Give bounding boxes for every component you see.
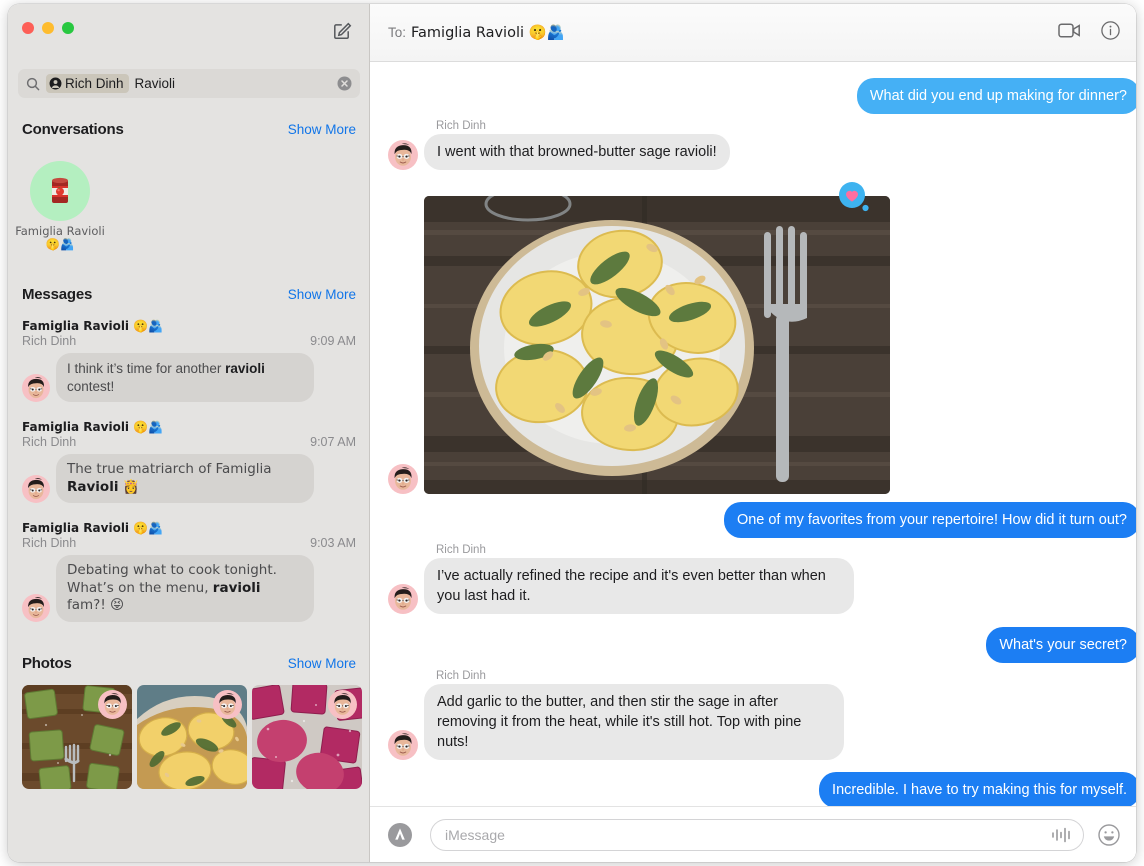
conversation-avatar xyxy=(30,161,90,221)
emoji-smiley-icon[interactable] xyxy=(1096,823,1122,846)
app-store-icon[interactable] xyxy=(386,820,416,850)
message-bubble-incoming[interactable]: I’ve actually refined the recipe and it'… xyxy=(419,558,854,614)
photos-results-strip xyxy=(22,685,362,789)
zoom-button[interactable] xyxy=(62,22,74,34)
result-meta: Famiglia Ravioli 🤫🫂 Rich Dinh 9:09 AM xyxy=(8,319,369,349)
photos-section-header: Photos Show More xyxy=(8,655,369,672)
photos-title: Photos xyxy=(22,655,72,672)
result-time: 9:03 AM xyxy=(310,536,356,550)
messages-show-more[interactable]: Show More xyxy=(288,287,356,302)
result-meta: Famiglia Ravioli 🤫🫂 Rich Dinh 9:07 AM xyxy=(8,420,369,450)
avatar xyxy=(388,464,418,494)
conversations-show-more[interactable]: Show More xyxy=(288,122,356,137)
result-conversation-name: Famiglia Ravioli 🤫🫂 xyxy=(22,319,164,333)
result-sender: Rich Dinh xyxy=(22,334,77,348)
message-search-result[interactable]: Famiglia Ravioli 🤫🫂 Rich Dinh 9:09 AM I … xyxy=(8,319,369,402)
photo-thumbnail[interactable] xyxy=(22,685,132,789)
message-sender-name: Rich Dinh xyxy=(436,670,486,682)
clear-circle-icon[interactable] xyxy=(337,76,352,91)
message-bubble-outgoing[interactable]: What's your secret? xyxy=(986,627,1136,663)
message-thread[interactable]: What did you end up making for dinner? R… xyxy=(370,62,1136,806)
photo-thumbnail[interactable] xyxy=(137,685,247,789)
message-sender-name: Rich Dinh xyxy=(436,544,486,556)
result-conversation-name: Famiglia Ravioli 🤫🫂 xyxy=(22,420,164,434)
message-row-incoming: Rich Dinh I’ve actually refined the reci… xyxy=(388,544,854,614)
result-bubble: I think it’s time for another ravioli co… xyxy=(51,353,314,402)
conversation-result-famiglia-ravioli[interactable]: Famiglia Ravioli 🤫🫂 xyxy=(15,161,105,251)
info-circle-icon[interactable] xyxy=(1101,20,1120,45)
photos-show-more[interactable]: Show More xyxy=(288,656,356,671)
result-bubble-row: The true matriarch of Famiglia Ravioli 👸 xyxy=(8,454,369,503)
to-label: To: xyxy=(388,25,407,40)
result-bubble: Debating what to cook tonight. What’s on… xyxy=(51,555,314,622)
conversation-title[interactable]: Famiglia Ravioli 🤫🫂 xyxy=(411,24,565,41)
video-camera-icon[interactable] xyxy=(1058,22,1081,44)
photo-thumbnail[interactable] xyxy=(252,685,362,789)
window-controls xyxy=(22,22,74,34)
photo-sender-avatar xyxy=(98,690,127,719)
result-time: 9:09 AM xyxy=(310,334,356,348)
message-bubble-incoming[interactable]: Add garlic to the butter, and then stir … xyxy=(419,684,844,760)
message-composer xyxy=(370,806,1136,862)
search-input[interactable]: Rich Dinh Ravioli xyxy=(18,69,360,98)
canned-tomato-icon xyxy=(52,177,68,203)
result-sender: Rich Dinh xyxy=(22,536,77,550)
avatar xyxy=(22,374,50,402)
message-row-photo xyxy=(388,182,890,494)
audio-waveform-icon[interactable] xyxy=(1051,827,1073,843)
messages-title: Messages xyxy=(22,286,93,303)
conversations-title: Conversations xyxy=(22,121,124,138)
result-meta: Famiglia Ravioli 🤫🫂 Rich Dinh 9:03 AM xyxy=(8,521,369,551)
search-icon xyxy=(26,77,40,91)
message-bubble-outgoing[interactable]: What did you end up making for dinner? xyxy=(856,78,1136,114)
person-circle-icon xyxy=(49,77,62,90)
sidebar: Rich Dinh Ravioli Conversations Show Mor… xyxy=(8,4,370,862)
result-bubble: The true matriarch of Famiglia Ravioli 👸 xyxy=(51,454,314,503)
imessage-input[interactable] xyxy=(445,826,1051,843)
message-search-result[interactable]: Famiglia Ravioli 🤫🫂 Rich Dinh 9:07 AM Th… xyxy=(8,420,369,503)
avatar xyxy=(22,475,50,503)
photo-attachment[interactable] xyxy=(424,196,890,494)
message-search-result[interactable]: Famiglia Ravioli 🤫🫂 Rich Dinh 9:03 AM De… xyxy=(8,521,369,622)
result-bubble-row: I think it’s time for another ravioli co… xyxy=(8,353,369,402)
message-row-incoming: Rich Dinh I went with that browned-butte… xyxy=(388,120,730,170)
conversation-name: Famiglia Ravioli 🤫🫂 xyxy=(15,224,105,251)
tapback-heart-icon[interactable] xyxy=(837,181,871,215)
message-row-outgoing: One of my favorites from your repertoire… xyxy=(388,502,1136,538)
message-row-outgoing: What did you end up making for dinner? xyxy=(388,78,1136,114)
conversation-header: To: Famiglia Ravioli 🤫🫂 xyxy=(370,4,1136,62)
conversations-section-header: Conversations Show More xyxy=(8,121,369,138)
message-row-outgoing: Incredible. I have to try making this fo… xyxy=(388,772,1136,806)
avatar xyxy=(388,140,418,170)
message-bubble-outgoing[interactable]: One of my favorites from your repertoire… xyxy=(723,502,1136,538)
close-button[interactable] xyxy=(22,22,34,34)
photo-sender-avatar xyxy=(328,690,357,719)
message-bubble-incoming[interactable]: I went with that browned-butter sage rav… xyxy=(419,134,730,170)
minimize-button[interactable] xyxy=(42,22,54,34)
avatar xyxy=(22,593,50,622)
result-conversation-name: Famiglia Ravioli 🤫🫂 xyxy=(22,521,164,535)
messages-window: Rich Dinh Ravioli Conversations Show Mor… xyxy=(8,4,1136,862)
imessage-input-wrapper[interactable] xyxy=(430,818,1084,851)
message-row-outgoing: What's your secret? xyxy=(388,627,1136,663)
compose-icon[interactable] xyxy=(329,17,355,43)
messages-section-header: Messages Show More xyxy=(8,286,369,303)
message-bubble-outgoing[interactable]: Incredible. I have to try making this fo… xyxy=(819,772,1136,806)
search-token-person[interactable]: Rich Dinh xyxy=(46,74,129,93)
search-token-label: Rich Dinh xyxy=(65,76,124,91)
avatar xyxy=(388,730,418,760)
result-sender: Rich Dinh xyxy=(22,435,77,449)
photo-sender-avatar xyxy=(213,690,242,719)
search-query-text: Ravioli xyxy=(134,76,176,91)
message-sender-name: Rich Dinh xyxy=(436,120,486,132)
ravioli-photo xyxy=(424,196,890,494)
header-actions xyxy=(1058,20,1120,45)
message-row-incoming: Rich Dinh Add garlic to the butter, and … xyxy=(388,670,844,760)
result-time: 9:07 AM xyxy=(310,435,356,449)
conversation-pane: To: Famiglia Ravioli 🤫🫂 What did you end… xyxy=(370,4,1136,862)
avatar xyxy=(388,584,418,614)
result-bubble-row: Debating what to cook tonight. What’s on… xyxy=(8,555,369,622)
